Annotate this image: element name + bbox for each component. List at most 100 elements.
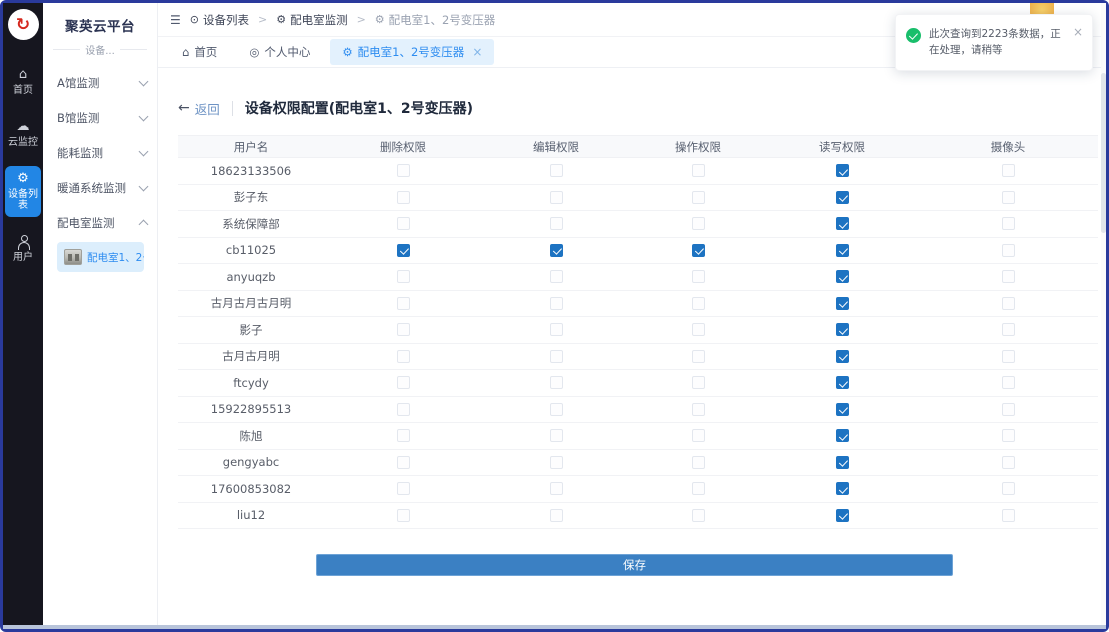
permission-checkbox-读写权限[interactable]: [836, 429, 849, 442]
permission-checkbox-编辑权限[interactable]: [550, 403, 563, 416]
sidebar-item-能耗监测[interactable]: 能耗监测: [57, 135, 147, 170]
rail-item-设备列表[interactable]: ⚙设备列表: [5, 166, 41, 217]
permission-checkbox-读写权限[interactable]: [836, 270, 849, 283]
permission-checkbox-删除权限[interactable]: [397, 270, 410, 283]
permission-checkbox-摄像头[interactable]: [1002, 217, 1015, 230]
permission-checkbox-删除权限[interactable]: [397, 164, 410, 177]
permission-checkbox-摄像头[interactable]: [1002, 350, 1015, 363]
permission-checkbox-摄像头[interactable]: [1002, 164, 1015, 177]
permission-checkbox-摄像头[interactable]: [1002, 509, 1015, 522]
permission-checkbox-删除权限[interactable]: [397, 323, 410, 336]
brand-logo[interactable]: ↻: [8, 9, 39, 40]
permission-checkbox-编辑权限[interactable]: [550, 482, 563, 495]
permission-checkbox-删除权限[interactable]: [397, 350, 410, 363]
permission-checkbox-编辑权限[interactable]: [550, 323, 563, 336]
username-cell: 陈旭: [178, 428, 324, 444]
permission-checkbox-读写权限[interactable]: [836, 509, 849, 522]
permission-checkbox-摄像头[interactable]: [1002, 429, 1015, 442]
permission-checkbox-读写权限[interactable]: [836, 297, 849, 310]
permission-checkbox-读写权限[interactable]: [836, 217, 849, 230]
permission-checkbox-读写权限[interactable]: [836, 403, 849, 416]
save-button[interactable]: 保存: [316, 554, 953, 576]
permission-checkbox-删除权限[interactable]: [397, 191, 410, 204]
permission-checkbox-删除权限[interactable]: [397, 429, 410, 442]
breadcrumb-item[interactable]: ⊙设备列表: [190, 12, 249, 28]
rail-item-云监控[interactable]: ☁云监控: [5, 114, 41, 154]
sidebar-item-B馆监测[interactable]: B馆监测: [57, 100, 147, 135]
permission-checkbox-读写权限[interactable]: [836, 350, 849, 363]
permission-checkbox-删除权限[interactable]: [397, 403, 410, 416]
permission-checkbox-操作权限[interactable]: [692, 217, 705, 230]
permission-checkbox-摄像头[interactable]: [1002, 244, 1015, 257]
permission-checkbox-编辑权限[interactable]: [550, 270, 563, 283]
permission-checkbox-编辑权限[interactable]: [550, 191, 563, 204]
toast-close-icon[interactable]: ×: [1073, 26, 1083, 59]
tab-个人中心[interactable]: ◎个人中心: [237, 39, 322, 65]
permission-checkbox-操作权限[interactable]: [692, 297, 705, 310]
permission-checkbox-编辑权限[interactable]: [550, 429, 563, 442]
permission-checkbox-编辑权限[interactable]: [550, 509, 563, 522]
permission-checkbox-读写权限[interactable]: [836, 323, 849, 336]
tab-首页[interactable]: ⌂首页: [170, 39, 229, 65]
permission-checkbox-读写权限[interactable]: [836, 244, 849, 257]
permission-checkbox-摄像头[interactable]: [1002, 482, 1015, 495]
permission-checkbox-删除权限[interactable]: [397, 456, 410, 469]
sidebar-item-暖通系统监测[interactable]: 暖通系统监测: [57, 170, 147, 205]
permission-checkbox-操作权限[interactable]: [692, 164, 705, 177]
sidebar-collapse-icon[interactable]: ☰: [170, 13, 181, 27]
permission-checkbox-操作权限[interactable]: [692, 509, 705, 522]
username-cell: cb11025: [178, 243, 324, 257]
permission-checkbox-删除权限[interactable]: [397, 297, 410, 310]
sidebar-item-配电室监测[interactable]: 配电室监测: [57, 205, 147, 240]
permission-checkbox-摄像头[interactable]: [1002, 376, 1015, 389]
permission-checkbox-摄像头[interactable]: [1002, 270, 1015, 283]
permission-checkbox-编辑权限[interactable]: [550, 217, 563, 230]
permission-checkbox-摄像头[interactable]: [1002, 297, 1015, 310]
checkbox-cell: [766, 350, 918, 363]
rail-item-用户[interactable]: 用户: [5, 229, 41, 269]
permission-checkbox-操作权限[interactable]: [692, 403, 705, 416]
permission-checkbox-摄像头[interactable]: [1002, 456, 1015, 469]
tab-close-icon[interactable]: ×: [472, 45, 482, 59]
permission-checkbox-读写权限[interactable]: [836, 456, 849, 469]
permission-checkbox-删除权限[interactable]: [397, 376, 410, 389]
breadcrumb-item[interactable]: ⚙配电室1、2号变压器: [375, 12, 496, 28]
permission-checkbox-操作权限[interactable]: [692, 323, 705, 336]
permission-checkbox-操作权限[interactable]: [692, 456, 705, 469]
back-button[interactable]: ← 返回: [178, 99, 220, 118]
permission-checkbox-编辑权限[interactable]: [550, 297, 563, 310]
scrollbar-track[interactable]: [1101, 3, 1106, 629]
permission-checkbox-编辑权限[interactable]: [550, 456, 563, 469]
permission-checkbox-读写权限[interactable]: [836, 376, 849, 389]
sidebar-item-device[interactable]: 配电室1、2号变压: [57, 242, 144, 272]
permission-checkbox-删除权限[interactable]: [397, 244, 410, 257]
main-area: ☰ ⊙设备列表>⚙配电室监测>⚙配电室1、2号变压器 ⌂首页◎个人中心⚙配电室1…: [158, 3, 1106, 629]
permission-checkbox-摄像头[interactable]: [1002, 403, 1015, 416]
permission-checkbox-删除权限[interactable]: [397, 482, 410, 495]
permission-checkbox-操作权限[interactable]: [692, 429, 705, 442]
permission-checkbox-操作权限[interactable]: [692, 376, 705, 389]
permission-checkbox-删除权限[interactable]: [397, 217, 410, 230]
permission-checkbox-编辑权限[interactable]: [550, 244, 563, 257]
permission-checkbox-操作权限[interactable]: [692, 350, 705, 363]
permission-checkbox-操作权限[interactable]: [692, 482, 705, 495]
permission-checkbox-摄像头[interactable]: [1002, 191, 1015, 204]
permission-checkbox-读写权限[interactable]: [836, 164, 849, 177]
rail-item-首页[interactable]: ⌂首页: [5, 62, 41, 102]
permission-checkbox-编辑权限[interactable]: [550, 350, 563, 363]
permission-checkbox-读写权限[interactable]: [836, 482, 849, 495]
permission-checkbox-编辑权限[interactable]: [550, 376, 563, 389]
permission-checkbox-编辑权限[interactable]: [550, 164, 563, 177]
permission-checkbox-操作权限[interactable]: [692, 244, 705, 257]
scrollbar-thumb[interactable]: [1101, 73, 1106, 233]
permission-checkbox-操作权限[interactable]: [692, 191, 705, 204]
tab-配电室1、2号变压器[interactable]: ⚙配电室1、2号变压器×: [330, 39, 494, 65]
breadcrumb-item[interactable]: ⚙配电室监测: [276, 12, 347, 28]
tab-label: 首页: [194, 44, 217, 60]
permission-checkbox-操作权限[interactable]: [692, 270, 705, 283]
sidebar-item-A馆监测[interactable]: A馆监测: [57, 65, 147, 100]
permission-checkbox-摄像头[interactable]: [1002, 323, 1015, 336]
permission-checkbox-删除权限[interactable]: [397, 509, 410, 522]
checkbox-cell: [766, 323, 918, 336]
permission-checkbox-读写权限[interactable]: [836, 191, 849, 204]
